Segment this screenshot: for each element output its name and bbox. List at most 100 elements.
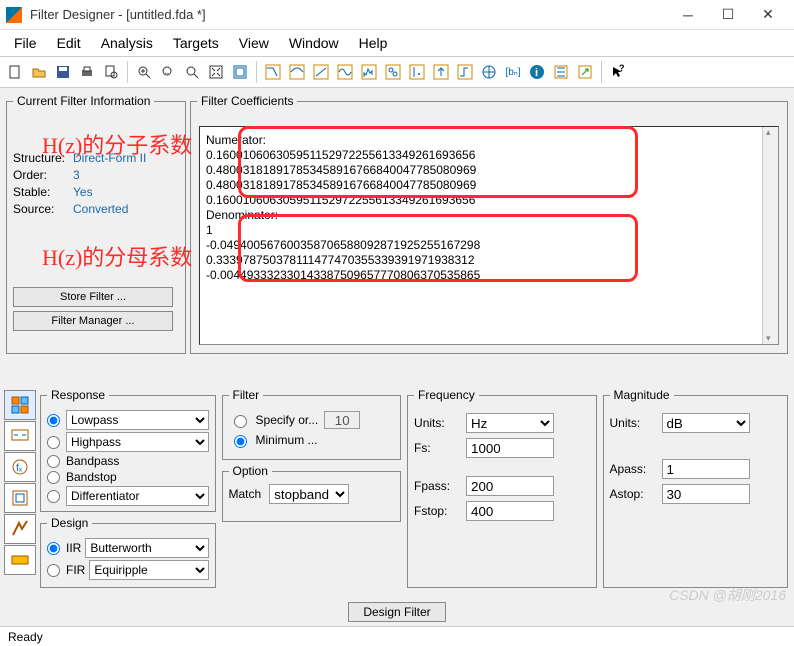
mag-response-icon[interactable] — [262, 61, 284, 83]
fpass-input[interactable] — [466, 476, 554, 496]
specify-input — [324, 411, 360, 429]
lowpass-radio[interactable] — [47, 414, 60, 427]
mag-units-select[interactable]: dB — [662, 413, 750, 433]
export-icon[interactable] — [574, 61, 596, 83]
uparrow-icon[interactable] — [430, 61, 452, 83]
fir-radio[interactable] — [47, 564, 60, 577]
phase-response-icon[interactable] — [286, 61, 308, 83]
open-icon[interactable] — [28, 61, 50, 83]
stable-label: Stable: — [13, 185, 73, 199]
svg-text:?: ? — [619, 64, 625, 73]
num-2: 0.48003181891785345891676684004778508096… — [206, 178, 772, 193]
menu-edit[interactable]: Edit — [47, 32, 91, 54]
stable-value: Yes — [73, 185, 93, 199]
fpass-label: Fpass: — [414, 479, 462, 493]
freqtrans-icon[interactable] — [454, 61, 476, 83]
match-label: Match — [229, 487, 262, 501]
zoom-full-icon[interactable] — [181, 61, 203, 83]
den-2: 0.33397875037811147747035533939197193831… — [206, 253, 772, 268]
impulse-icon[interactable] — [334, 61, 356, 83]
order-value: 3 — [73, 168, 80, 182]
tab-realize-icon[interactable] — [4, 483, 36, 513]
status-text: Ready — [8, 630, 43, 644]
side-tabs: fₓ — [4, 390, 38, 575]
titlebar: Filter Designer - [untitled.fda *] ─ ☐ ✕ — [0, 0, 794, 30]
iir-select[interactable]: Butterworth — [85, 538, 208, 558]
astop-label: Astop: — [610, 487, 658, 501]
apass-input[interactable] — [662, 459, 750, 479]
close-button[interactable]: ✕ — [748, 1, 788, 29]
window-icon[interactable] — [229, 61, 251, 83]
minimize-button[interactable]: ─ — [668, 1, 708, 29]
fir-select[interactable]: Equiripple — [89, 560, 208, 580]
menu-view[interactable]: View — [229, 32, 279, 54]
minimum-radio[interactable] — [234, 435, 247, 448]
frequency-fieldset: Frequency Units:Hz Fs: Fpass: Fstop: — [407, 388, 596, 588]
bandpass-radio[interactable] — [47, 455, 60, 468]
design-filter-button[interactable]: Design Filter — [348, 602, 445, 622]
coef-legend: Filter Coefficients — [197, 94, 297, 108]
phasedelay-icon[interactable] — [406, 61, 428, 83]
highpass-radio[interactable] — [47, 436, 60, 449]
num-1: 0.48003181891785345891676684004778508096… — [206, 163, 772, 178]
lowpass-select[interactable]: Lowpass — [66, 410, 209, 430]
minimum-label: Minimum ... — [256, 433, 318, 447]
specify-radio[interactable] — [234, 415, 247, 428]
option-fieldset: Option Match stopband — [222, 464, 402, 522]
step-icon[interactable] — [358, 61, 380, 83]
astop-input[interactable] — [662, 484, 750, 504]
zoom-in-icon[interactable] — [133, 61, 155, 83]
magnitude-fieldset: Magnitude Units:dB Apass: Astop: — [603, 388, 788, 588]
menu-targets[interactable]: Targets — [163, 32, 229, 54]
diff-radio[interactable] — [47, 490, 60, 503]
fir-label: FIR — [66, 563, 85, 577]
filter-order-fieldset: Filter Specify or... Minimum ... — [222, 388, 402, 460]
filter-manager-button[interactable]: Filter Manager ... — [13, 311, 173, 331]
zoom-x-icon[interactable]: ↔ — [157, 61, 179, 83]
tab-import-icon[interactable] — [4, 421, 36, 451]
polezero-icon[interactable] — [310, 61, 332, 83]
menu-file[interactable]: File — [4, 32, 47, 54]
option-legend: Option — [229, 464, 272, 478]
tab-design-icon[interactable] — [4, 390, 36, 420]
current-filter-info-fieldset: Current Filter Information Structure:Dir… — [6, 94, 186, 354]
fs-input[interactable] — [466, 438, 554, 458]
specify-label: Specify or... — [256, 413, 319, 427]
print-preview-icon[interactable] — [100, 61, 122, 83]
iir-radio[interactable] — [47, 542, 60, 555]
units-label: Units: — [414, 416, 462, 430]
status-bar: Ready — [0, 626, 794, 646]
save-icon[interactable] — [52, 61, 74, 83]
coefficients-textbox[interactable]: Numerator: 0.160010606305951152972255613… — [199, 126, 779, 345]
scrollbar[interactable] — [762, 127, 778, 344]
match-select[interactable]: stopband — [269, 484, 349, 504]
freq-units-select[interactable]: Hz — [466, 413, 554, 433]
diff-select[interactable]: Differentiator — [66, 486, 209, 506]
log-icon[interactable]: [bₙ] — [502, 61, 524, 83]
maximize-button[interactable]: ☐ — [708, 1, 748, 29]
highpass-select[interactable]: Highpass — [66, 432, 209, 452]
pzed-icon[interactable] — [478, 61, 500, 83]
fit-icon[interactable] — [205, 61, 227, 83]
source-value: Converted — [73, 202, 128, 216]
print-icon[interactable] — [76, 61, 98, 83]
structure-value: Direct-Form II — [73, 151, 146, 165]
num-0: 0.16001060630595115297225561334926169365… — [206, 148, 772, 163]
window-title: Filter Designer - [untitled.fda *] — [30, 7, 668, 22]
menu-window[interactable]: Window — [279, 32, 349, 54]
menu-help[interactable]: Help — [349, 32, 398, 54]
info-icon[interactable]: i — [526, 61, 548, 83]
tab-quantize-icon[interactable] — [4, 514, 36, 544]
bandstop-radio[interactable] — [47, 471, 60, 484]
store-filter-button[interactable]: Store Filter ... — [13, 287, 173, 307]
groupdelay-icon[interactable] — [382, 61, 404, 83]
menu-analysis[interactable]: Analysis — [91, 32, 163, 54]
den-0: 1 — [206, 223, 772, 238]
cfi-legend: Current Filter Information — [13, 94, 154, 108]
help-pointer-icon[interactable]: ? — [607, 61, 629, 83]
fstop-input[interactable] — [466, 501, 554, 521]
coeffview-icon[interactable] — [550, 61, 572, 83]
new-icon[interactable] — [4, 61, 26, 83]
tab-pz-icon[interactable]: fₓ — [4, 452, 36, 482]
tab-multirate-icon[interactable] — [4, 545, 36, 575]
